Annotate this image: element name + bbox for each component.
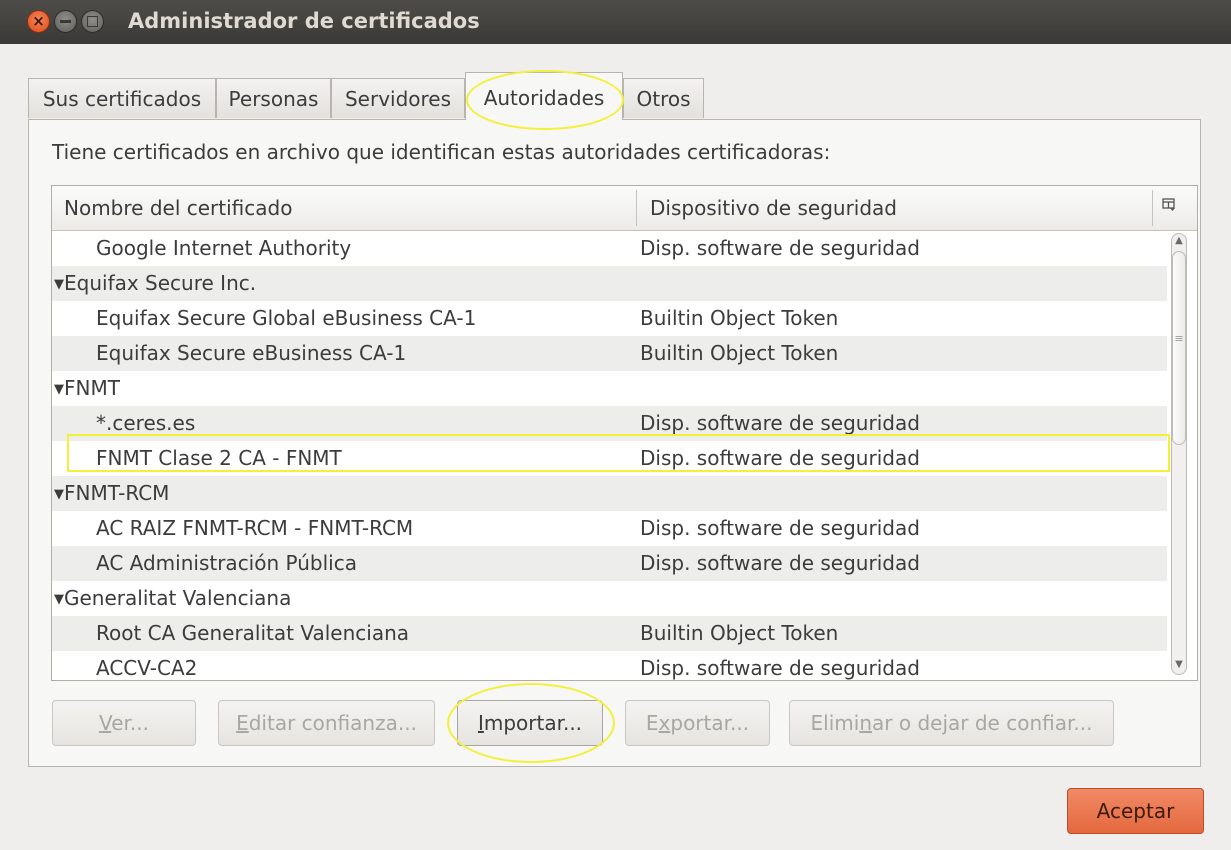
certificate-name-text: Root CA Generalitat Valenciana <box>96 621 410 645</box>
tree-group-row[interactable]: ▼FNMT-RCM <box>52 476 1167 511</box>
certificate-name: *.ceres.es <box>96 406 195 441</box>
tab-personas[interactable]: Personas <box>216 78 331 118</box>
maximize-window-button[interactable] <box>81 10 104 33</box>
certificate-name-text: Google Internet Authority <box>96 236 352 260</box>
tab-sus-certificados[interactable]: Sus certificados <box>28 78 216 118</box>
certificate-name-text: Generalitat Valenciana <box>64 586 292 610</box>
view-button[interactable]: Ver... <box>52 700 196 746</box>
close-icon: × <box>32 12 45 30</box>
table-body: Google Internet Authority Disp. software … <box>52 231 1167 680</box>
expand-toggle-icon[interactable]: ▼ <box>54 592 64 607</box>
certificate-name-text: FNMT-RCM <box>64 481 170 505</box>
column-picker-icon[interactable] <box>1162 198 1178 214</box>
certificate-name: ▼Generalitat Valenciana <box>54 581 291 619</box>
scroll-up-icon[interactable]: ▲ <box>1172 234 1186 248</box>
tab-autoridades[interactable]: Autoridades <box>465 72 623 120</box>
accept-button[interactable]: Aceptar <box>1067 788 1204 834</box>
import-button[interactable]: Importar... <box>457 700 603 746</box>
tree-group-row[interactable]: ▼FNMT <box>52 371 1167 406</box>
certificate-name-text: FNMT Clase 2 CA - FNMT <box>96 446 342 470</box>
security-device: Disp. software de seguridad <box>640 236 920 260</box>
certificate-name: FNMT Clase 2 CA - FNMT <box>96 441 342 476</box>
scroll-down-icon[interactable]: ▼ <box>1172 658 1186 672</box>
security-device: Builtin Object Token <box>640 306 839 330</box>
certificate-tree-table[interactable]: Nombre del certificado Dispositivo de se… <box>51 185 1198 681</box>
certificate-name: ACCV-CA2 <box>96 651 198 680</box>
column-header-device[interactable]: Dispositivo de seguridad <box>650 186 897 230</box>
export-button[interactable]: Exportar... <box>625 700 770 746</box>
delete-or-distrust-button[interactable]: Eliminar o dejar de confiar... <box>789 700 1114 746</box>
certificate-name: ▼FNMT-RCM <box>54 476 169 514</box>
expand-toggle-icon[interactable]: ▼ <box>54 487 64 502</box>
tab-servidores[interactable]: Servidores <box>331 78 465 118</box>
expand-toggle-icon[interactable]: ▼ <box>54 382 64 397</box>
table-row[interactable]: Equifax Secure eBusiness CA-1 Builtin Obj… <box>52 336 1167 371</box>
tree-group-row[interactable]: ▼Generalitat Valenciana <box>52 581 1167 616</box>
tree-group-row[interactable]: ▼Equifax Secure Inc. <box>52 266 1167 301</box>
table-row[interactable]: Google Internet Authority Disp. software … <box>52 231 1167 266</box>
certificate-name-text: AC RAIZ FNMT-RCM - FNMT-RCM <box>96 516 414 540</box>
edit-trust-button[interactable]: Editar confianza... <box>218 700 435 746</box>
security-device: Disp. software de seguridad <box>640 656 920 680</box>
minimize-window-button[interactable] <box>54 10 77 33</box>
vertical-scrollbar[interactable]: ▲ ≡ ▼ <box>1169 231 1191 677</box>
certificate-name-text: Equifax Secure Global eBusiness CA-1 <box>96 306 477 330</box>
window-title: Administrador de certificados <box>128 9 480 33</box>
column-separator <box>1152 190 1153 226</box>
security-device: Disp. software de seguridad <box>640 551 920 575</box>
certificate-name-text: AC Administración Pública <box>96 551 357 575</box>
scrollbar-thumb[interactable]: ≡ <box>1172 251 1186 445</box>
certificate-name: Google Internet Authority <box>96 231 351 266</box>
table-row[interactable]: Root CA Generalitat Valenciana Builtin Ob… <box>52 616 1167 651</box>
expand-toggle-icon[interactable]: ▼ <box>54 277 64 292</box>
column-header-name[interactable]: Nombre del certificado <box>64 186 292 230</box>
table-row[interactable]: AC RAIZ FNMT-RCM - FNMT-RCM Disp. softwar… <box>52 511 1167 546</box>
security-device: Disp. software de seguridad <box>640 446 920 470</box>
certificate-name: Root CA Generalitat Valenciana <box>96 616 409 651</box>
certificate-name: ▼Equifax Secure Inc. <box>54 266 256 304</box>
column-separator[interactable] <box>636 190 637 226</box>
certificate-name: Equifax Secure Global eBusiness CA-1 <box>96 301 476 336</box>
table-row[interactable]: FNMT Clase 2 CA - FNMT Disp. software de … <box>52 441 1167 476</box>
certificate-name: AC Administración Pública <box>96 546 357 581</box>
table-header: Nombre del certificado Dispositivo de se… <box>52 186 1197 231</box>
security-device: Disp. software de seguridad <box>640 411 920 435</box>
table-row[interactable]: *.ceres.es Disp. software de seguridad <box>52 406 1167 441</box>
title-bar: × Administrador de certificados <box>0 0 1231 44</box>
grip-icon: ≡ <box>1174 332 1184 345</box>
security-device: Disp. software de seguridad <box>640 516 920 540</box>
certificate-name: ▼FNMT <box>54 371 120 409</box>
security-device: Builtin Object Token <box>640 341 839 365</box>
maximize-icon <box>87 16 98 27</box>
close-window-button[interactable]: × <box>27 10 50 33</box>
certificate-name-text: *.ceres.es <box>96 411 196 435</box>
certificate-name: Equifax Secure eBusiness CA-1 <box>96 336 406 371</box>
table-row[interactable]: Equifax Secure Global eBusiness CA-1 Buil… <box>52 301 1167 336</box>
certificate-name-text: Equifax Secure eBusiness CA-1 <box>96 341 407 365</box>
certificate-name-text: FNMT <box>64 376 120 400</box>
certificate-name: AC RAIZ FNMT-RCM - FNMT-RCM <box>96 511 413 546</box>
intro-text: Tiene certificados en archivo que identi… <box>52 140 831 164</box>
minimize-icon <box>60 20 71 23</box>
certificate-name-text: ACCV-CA2 <box>96 656 198 680</box>
certificate-name-text: Equifax Secure Inc. <box>64 271 257 295</box>
table-row[interactable]: ACCV-CA2 Disp. software de seguridad <box>52 651 1167 680</box>
tab-otros[interactable]: Otros <box>623 78 704 118</box>
security-device: Builtin Object Token <box>640 621 839 645</box>
table-row[interactable]: AC Administración Pública Disp. software … <box>52 546 1167 581</box>
